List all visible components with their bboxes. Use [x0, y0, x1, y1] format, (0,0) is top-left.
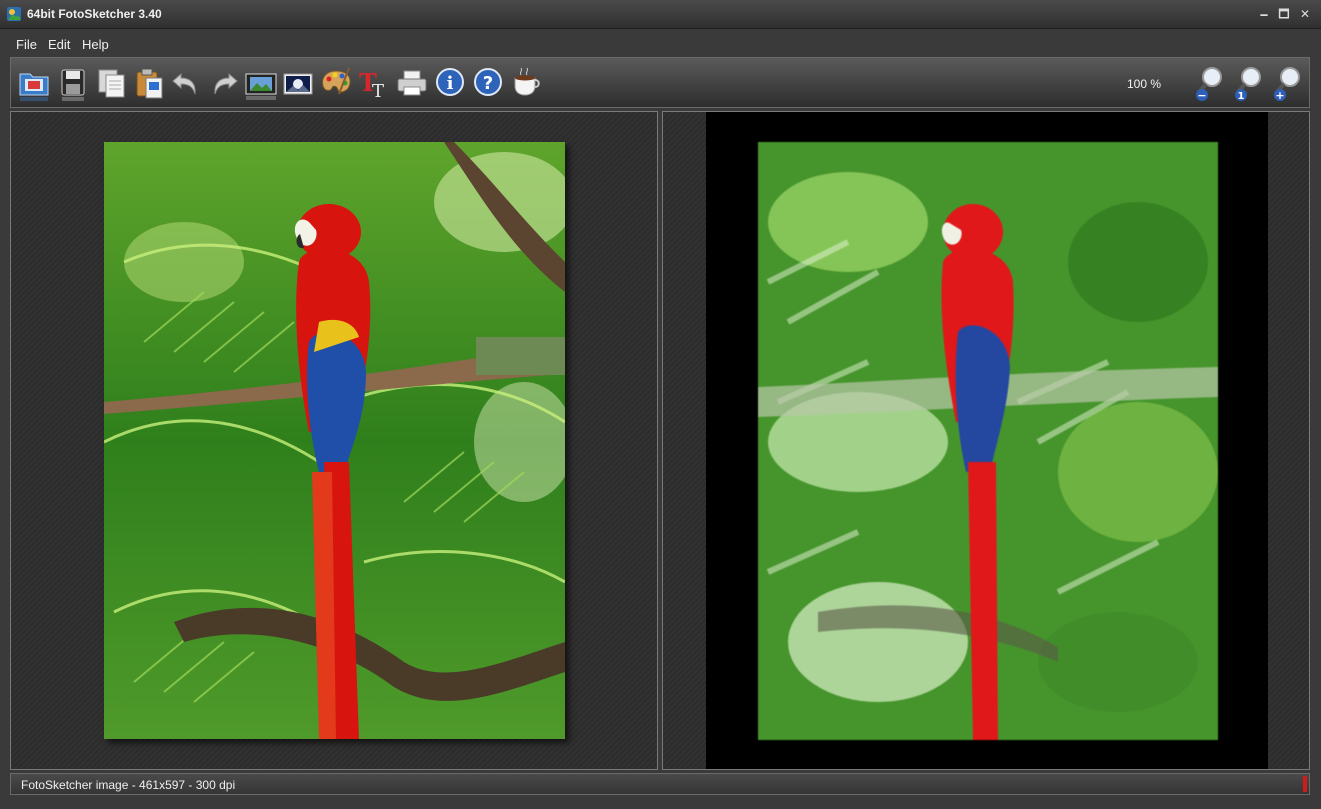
svg-text:?: ?: [483, 73, 493, 94]
status-text: FotoSketcher image - 461x597 - 300 dpi: [21, 778, 236, 792]
zoom-in-button[interactable]: +: [1272, 64, 1306, 104]
donate-button[interactable]: [509, 64, 543, 104]
undo-button[interactable]: [169, 64, 203, 104]
redo-button[interactable]: [207, 64, 241, 104]
window-title: 64bit FotoSketcher 3.40: [27, 7, 162, 21]
redo-icon: [214, 72, 238, 95]
svg-text:T: T: [372, 81, 384, 102]
print-icon: [397, 70, 427, 96]
image-button[interactable]: [281, 64, 315, 104]
save-floppy-icon: [61, 69, 85, 101]
info-button[interactable]: i: [433, 64, 467, 104]
open-button[interactable]: [17, 64, 51, 104]
menu-edit[interactable]: Edit: [48, 37, 70, 52]
zoom-fit-icon: 1: [1235, 67, 1261, 102]
menu-file[interactable]: File: [16, 37, 37, 52]
zoom-level: 100 %: [1127, 77, 1162, 91]
zoom-out-icon: −: [1196, 67, 1222, 102]
film-strip-icon: [245, 73, 277, 100]
minimize-button[interactable]: 🗕: [1254, 5, 1274, 23]
copy-button[interactable]: [95, 64, 129, 104]
coffee-cup-icon: [514, 67, 540, 96]
paste-button[interactable]: [132, 64, 166, 104]
open-folder-icon: [19, 73, 49, 101]
batch-button[interactable]: [244, 64, 278, 104]
zoom-in-icon: +: [1274, 67, 1300, 102]
paste-icon: [136, 68, 163, 99]
menu-help[interactable]: Help: [82, 37, 109, 52]
svg-text:i: i: [447, 73, 454, 94]
info-icon: i: [436, 68, 464, 96]
original-photo: [104, 142, 565, 739]
svg-text:+: +: [1275, 89, 1284, 102]
help-button[interactable]: ?: [471, 64, 505, 104]
original-image-pane[interactable]: [10, 111, 658, 770]
result-painting: fotosketcher: [758, 142, 1218, 740]
status-indicator: [1303, 776, 1307, 792]
menu-bar: File Edit Help: [0, 30, 1321, 56]
svg-text:−: −: [1197, 89, 1206, 102]
print-button[interactable]: [395, 64, 429, 104]
svg-text:1: 1: [1238, 91, 1245, 102]
status-bar: FotoSketcher image - 461x597 - 300 dpi: [10, 773, 1310, 795]
maximize-button[interactable]: 🗖: [1274, 5, 1294, 23]
effects-button[interactable]: [319, 64, 353, 104]
palette-icon: [322, 67, 351, 95]
text-button[interactable]: T T: [356, 64, 390, 104]
text-tool-icon: T T: [359, 68, 384, 102]
result-image-pane[interactable]: fotosketcher: [662, 111, 1310, 770]
image-picture-icon: [283, 73, 313, 95]
copy-icon: [98, 69, 125, 98]
save-button[interactable]: [56, 64, 90, 104]
zoom-out-button[interactable]: −: [1194, 64, 1228, 104]
close-button[interactable]: ✕: [1295, 5, 1315, 23]
toolbar: T T i ? 100 % − 1 +: [10, 57, 1310, 108]
app-icon: [7, 7, 21, 21]
help-icon: ?: [474, 68, 502, 96]
undo-icon: [172, 72, 196, 95]
zoom-actual-size-button[interactable]: 1: [1233, 64, 1267, 104]
title-bar: 64bit FotoSketcher 3.40 🗕 🗖 ✕: [0, 0, 1321, 29]
